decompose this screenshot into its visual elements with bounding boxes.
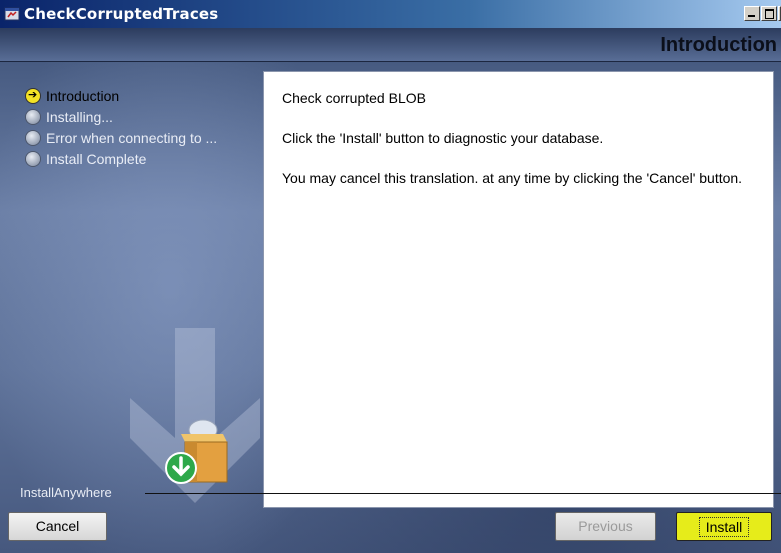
step-item-installing: Installing...: [26, 107, 256, 128]
circle-icon: [26, 152, 40, 166]
install-button-label: Install: [698, 517, 750, 537]
step-label: Error when connecting to ...: [46, 130, 218, 146]
install-box-icon: [165, 419, 228, 484]
window-title: CheckCorruptedTraces: [24, 5, 219, 23]
page-title: Introduction: [660, 34, 777, 56]
step-item-install-complete: Install Complete: [26, 149, 256, 170]
step-label: Install Complete: [46, 151, 147, 167]
step-label: Installing...: [46, 109, 113, 125]
arrow-right-icon: [26, 88, 40, 103]
minimize-button[interactable]: [744, 6, 760, 21]
install-button[interactable]: Install: [676, 512, 772, 541]
footer-divider: [145, 493, 781, 494]
circle-icon: [26, 110, 40, 124]
title-bar: CheckCorruptedTraces: [0, 0, 781, 28]
content-instruction: Click the 'Install' button to diagnostic…: [282, 130, 604, 146]
cancel-button[interactable]: Cancel: [8, 512, 107, 541]
app-icon: [4, 7, 20, 21]
step-label: Introduction: [46, 88, 120, 104]
content-cancel-note: You may cancel this translation. at any …: [282, 170, 743, 186]
content-heading: Check corrupted BLOB: [282, 90, 426, 106]
brand-label: InstallAnywhere: [20, 485, 112, 500]
step-item-error-connecting: Error when connecting to ...: [26, 128, 256, 149]
header-band: Introduction: [0, 28, 781, 62]
step-list: Introduction Installing... Error when co…: [26, 86, 256, 170]
step-item-introduction: Introduction: [26, 86, 256, 107]
maximize-button[interactable]: [761, 6, 777, 21]
content-panel: Check corrupted BLOB Click the 'Install'…: [263, 71, 774, 508]
installer-frame: Introduction Introduction Installing... …: [0, 28, 781, 553]
previous-button[interactable]: Previous: [555, 512, 656, 541]
circle-icon: [26, 131, 40, 145]
